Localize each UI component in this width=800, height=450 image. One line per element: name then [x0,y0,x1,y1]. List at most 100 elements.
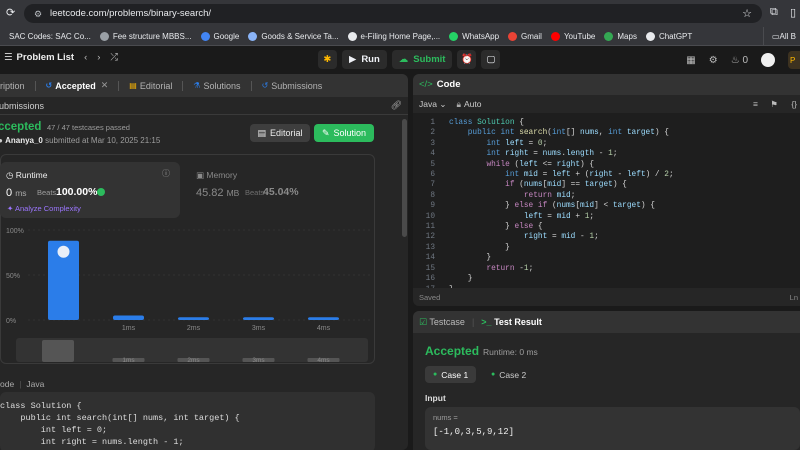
bookmark-item[interactable]: WhatsApp [449,31,499,41]
code-panel-header: </> Code [413,74,800,95]
premium-button[interactable]: P [788,51,800,69]
settings-gear-icon[interactable]: ⚙ [709,55,718,66]
debug-button[interactable]: ✱ [318,50,337,69]
extensions-icon[interactable]: ⧉ [770,6,778,19]
submit-button[interactable]: ☁ Submit [391,50,453,69]
code-token: { [533,223,543,232]
case-1-label: Case 1 [441,369,469,380]
bookmark-item[interactable]: YouTube [550,31,595,41]
tab-submissions[interactable]: ↺ Submissions [262,81,323,91]
fire-icon[interactable]: ♨ 0 [731,55,748,66]
submissions-link[interactable]: ubmissions [0,101,44,111]
tab-description[interactable]: ription [0,81,25,91]
bookmark-item[interactable]: Fee structure MBBS... [99,31,192,41]
terminal-icon: >_ [481,317,492,327]
code-panel-title: Code [436,79,461,90]
tab-editorial[interactable]: ▤ Editorial [129,81,172,91]
code-editor[interactable]: 1 class Solution {2 public int search(int… [413,118,800,295]
side-panel-icon[interactable]: ▯ [790,6,796,19]
bar[interactable] [113,315,144,321]
bar[interactable] [308,317,339,320]
bookmark-item[interactable]: e-Filing Home Page,... [347,31,440,41]
all-bookmarks-button[interactable]: ▭ All B [762,27,800,45]
range-selector-handle[interactable] [42,340,74,362]
bar[interactable] [243,317,274,320]
line-number: 13 [425,243,435,252]
bookmark-item[interactable]: Gmail [508,31,542,41]
analyze-complexity-link[interactable]: ✦ Analyze Complexity [7,204,81,213]
tab-test-result[interactable]: >_ Test Result [481,317,542,327]
code-token: ) { [654,129,669,138]
problem-list-icon[interactable]: ☰ [4,52,13,63]
code-line: 1 class Solution { [413,118,800,128]
bookmark-label: Fee structure MBBS... [112,31,192,41]
code-token: nums [580,129,599,138]
tab-accepted-label: Accepted [55,80,96,91]
browser-toolbar: ⟳ ⚙ leetcode.com/problems/binary-search/… [0,0,800,27]
problem-list-link[interactable]: Problem List [17,52,75,63]
runtime-distribution-chart[interactable]: 100% 50% 0% 1ms 2ms 3ms 4ms 1ms 2ms 3ms 4ms [0,224,375,364]
code-line: 12 right = mid - 1; [413,232,800,242]
language-select[interactable]: Java ⌄ [419,99,446,110]
tab-description-label: ription [0,80,25,91]
bookmark-item[interactable]: Maps [604,31,637,41]
avatar[interactable] [761,53,775,67]
code-token: ] == [561,181,585,190]
x-tick-label: 3ms [252,325,266,332]
site-info-icon[interactable]: ⚙ [34,9,44,19]
editor-footer: Saved Ln [413,288,800,306]
code-line: 9 } else if (nums[mid] < target) { [413,201,800,211]
code-token: = [547,233,562,242]
bug-icon: ✱ [323,54,332,65]
close-icon[interactable]: ✕ [101,80,109,91]
bookmark-item[interactable]: ChatGPT [645,31,692,41]
memory-label[interactable]: ▣ Memory [196,170,237,181]
code-token: <= [537,160,557,169]
address-bar[interactable]: ⚙ leetcode.com/problems/binary-search/ ☆ [24,4,762,23]
runtime-beats-label: Beats [37,188,57,197]
left-scrollbar[interactable] [402,119,407,237]
info-icon[interactable]: ⓘ [162,168,170,179]
bookmark-item[interactable]: Goods & Service Ta... [248,31,339,41]
reload-icon[interactable]: ⟳ [6,6,15,19]
code-line: class Solution { [0,401,82,411]
solution-button[interactable]: ✎ Solution [314,124,374,142]
bookmark-item[interactable]: SAC Codes: SAC Co... [9,32,91,41]
tab-solutions[interactable]: ⚗ Solutions [193,81,240,91]
timer-button[interactable]: ⏰ [457,50,477,69]
submission-subheader: ubmissions 🔗︎ [0,97,408,115]
bookmark-icon[interactable]: ⚑ [770,99,778,110]
format-icon[interactable]: ≡ [753,99,758,109]
code-token: left [523,212,543,221]
braces-icon[interactable]: {} [791,99,797,109]
runtime-card[interactable]: ◷ Runtime ⓘ 0 ms Beats 100.00% ✦ Analyze… [0,162,180,218]
editorial-button[interactable]: ▤ Editorial [250,124,310,142]
case-1-tab[interactable]: ● Case 1 [425,366,477,383]
case-2-tab[interactable]: ● Case 2 [483,366,534,383]
submitted-code: class Solution { public int search(int[]… [0,392,375,450]
auto-mode-label[interactable]: Auto [464,99,482,109]
code-token: mid [561,233,576,242]
bookmark-star-icon[interactable]: ☆ [742,7,752,20]
username[interactable]: Ananya_0 [5,136,43,145]
tab-testcase[interactable]: ☑ Testcase [419,317,465,328]
layout-icon[interactable]: ▦ [686,55,695,66]
bar[interactable] [178,317,209,320]
code-token: ; [594,233,599,242]
memory-unit: MB [226,188,240,198]
next-problem-icon[interactable]: › [97,52,100,63]
shuffle-icon[interactable]: ⤮ [110,52,118,63]
code-token: ; [589,212,595,221]
solution-button-label: Solution [333,128,367,138]
code-token: = [523,139,538,148]
tab-accepted[interactable]: ↺ Accepted ✕ [46,80,109,91]
run-button[interactable]: ▶ Run [342,50,387,69]
notes-button[interactable]: ▢ [481,50,501,69]
line-number: 12 [425,233,435,242]
bookmark-item[interactable]: Google [200,31,239,41]
prev-problem-icon[interactable]: ‹ [84,52,87,63]
link-icon[interactable]: 🔗︎ [391,100,402,111]
code-token: while [486,160,510,169]
